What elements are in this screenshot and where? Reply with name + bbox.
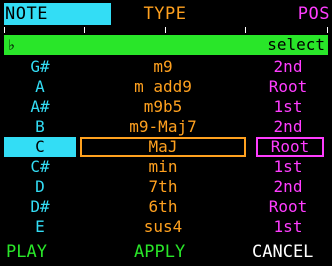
note-cell: C# (30, 157, 50, 176)
type-cell-selected[interactable]: MaJ (80, 137, 246, 157)
selection-bar[interactable]: ♭ select (4, 35, 328, 55)
tick-mark (245, 27, 246, 33)
note-cell: B (35, 117, 45, 136)
chord-row[interactable]: D# 6th Root (0, 197, 332, 217)
type-cell: 6th (148, 197, 178, 216)
pos-cell: 1st (273, 217, 303, 236)
note-cell: A (35, 77, 45, 96)
note-cell: D (35, 177, 45, 196)
chord-row-selected[interactable]: C MaJ Root (0, 137, 332, 157)
tick-mark (84, 27, 85, 33)
cancel-button[interactable]: CANCEL (252, 241, 313, 263)
tick-mark (165, 27, 166, 33)
chord-selector-screen: NOTE TYPE POS ♭ select G# m9 2nd A m add… (0, 0, 332, 266)
type-cell: 7th (148, 177, 178, 196)
flat-icon: ♭ (7, 36, 17, 54)
chord-row[interactable]: E sus4 1st (0, 217, 332, 237)
chord-row[interactable]: G# m9 2nd (0, 57, 332, 77)
play-button[interactable]: PLAY (6, 241, 47, 263)
note-cell: A# (30, 97, 50, 116)
pos-cell: 2nd (273, 117, 303, 136)
note-cell: G# (30, 57, 50, 76)
pos-cell: Root (268, 197, 308, 216)
type-cell: m9 (153, 57, 173, 76)
tick-mark (327, 27, 328, 33)
type-cell: m9-Maj7 (129, 117, 197, 136)
pos-cell: 2nd (273, 177, 303, 196)
type-cell: min (148, 157, 178, 176)
note-cell: E (35, 217, 45, 236)
apply-button[interactable]: APPLY (134, 241, 185, 263)
type-cell: m add9 (134, 77, 192, 96)
pos-cell-selected[interactable]: Root (256, 137, 324, 157)
type-cell: m9b5 (143, 97, 183, 116)
pos-cell: 2nd (273, 57, 303, 76)
chord-row[interactable]: A# m9b5 1st (0, 97, 332, 117)
chord-row[interactable]: C# min 1st (0, 157, 332, 177)
type-column-header[interactable]: TYPE (110, 3, 220, 25)
pos-cell: 1st (273, 157, 303, 176)
pos-cell: Root (268, 77, 308, 96)
note-cell: D# (30, 197, 50, 216)
chord-row[interactable]: D 7th 2nd (0, 177, 332, 197)
note-cell-selected[interactable]: C (4, 137, 76, 157)
type-cell: sus4 (143, 217, 183, 236)
chord-row[interactable]: B m9-Maj7 2nd (0, 117, 332, 137)
pos-column-header[interactable]: POS (280, 3, 330, 25)
chord-row[interactable]: A m add9 Root (0, 77, 332, 97)
select-label: select (267, 35, 325, 54)
note-column-header[interactable]: NOTE (4, 3, 111, 25)
pos-cell: 1st (273, 97, 303, 116)
tick-mark (4, 27, 5, 33)
